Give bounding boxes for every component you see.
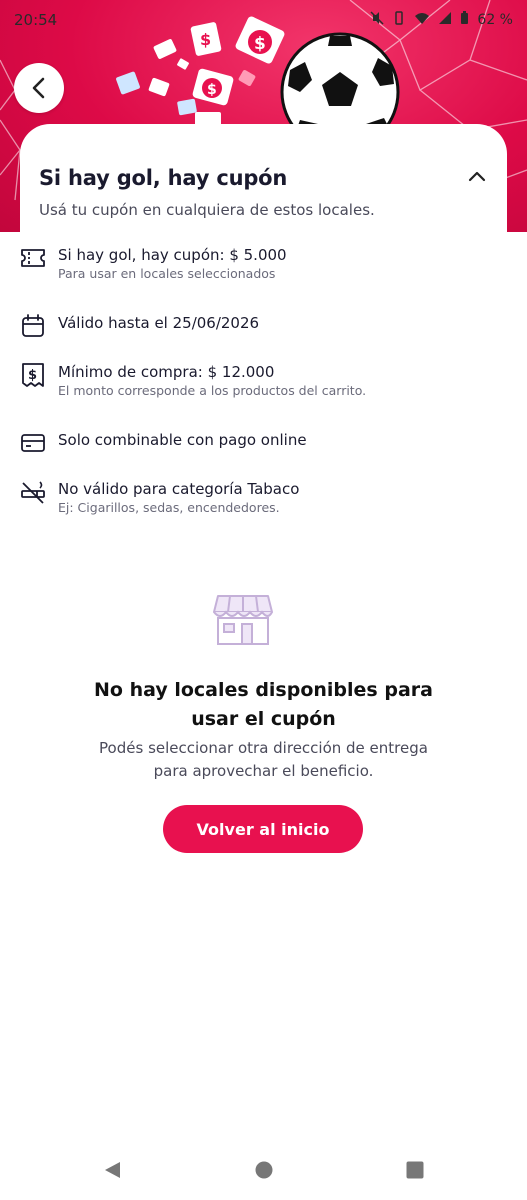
empty-state-title: No hay locales disponibles para usar el … [94,679,433,730]
condition-exclusion-detail: Ej: Cigarillos, sedas, encendedores. [58,500,280,515]
chevron-up-icon[interactable] [468,169,486,183]
back-to-home-button[interactable]: Volver al inicio [163,805,363,853]
svg-text:$: $ [28,368,37,383]
mute-icon [370,11,384,29]
status-time: 20:54 [14,11,58,29]
condition-minimum-detail: El monto corresponde a los productos del… [58,383,367,398]
condition-item: No válido para categoría Tabaco Ej: Ciga… [20,479,299,517]
nav-recents-icon[interactable] [405,1160,425,1180]
condition-amount: Si hay gol, hay cupón: $ 5.000 [58,246,287,264]
ticket-icon [21,249,45,267]
status-bar: 20:54 62 % [0,0,527,40]
chevron-left-icon [32,77,45,99]
no-smoking-icon [21,481,45,504]
coupon-title: Si hay gol, hay cupón [39,166,288,190]
credit-card-icon [21,434,45,452]
signal-icon [438,11,452,29]
receipt-money-icon: $ [22,363,44,387]
system-nav-bar [0,1140,527,1200]
calendar-icon [22,314,44,337]
empty-state-message: Podés seleccionar otra dirección de entr… [99,739,428,780]
condition-item: Si hay gol, hay cupón: $ 5.000 Para usar… [20,245,287,283]
battery-icon [460,11,469,29]
coupon-subtitle: Usá tu cupón en cualquiera de estos loca… [39,201,375,219]
vibrate-icon [392,11,406,29]
nav-home-icon[interactable] [254,1160,274,1180]
battery-level: 62 % [477,12,513,28]
svg-text:$: $ [207,82,217,98]
nav-back-icon[interactable] [102,1160,122,1180]
condition-exclusion: No válido para categoría Tabaco [58,480,300,498]
condition-item: $ Mínimo de compra: $ 12.000 El monto co… [20,362,366,400]
wifi-icon [414,11,430,29]
condition-payment: Solo combinable con pago online [58,431,307,449]
back-button[interactable] [14,63,64,113]
store-icon [213,595,273,645]
condition-item: Válido hasta el 25/06/2026 [20,313,259,339]
condition-amount-detail: Para usar en locales seleccionados [58,266,276,281]
condition-item: Solo combinable con pago online [20,430,307,456]
condition-validity: Válido hasta el 25/06/2026 [58,314,260,332]
condition-minimum: Mínimo de compra: $ 12.000 [58,363,275,381]
